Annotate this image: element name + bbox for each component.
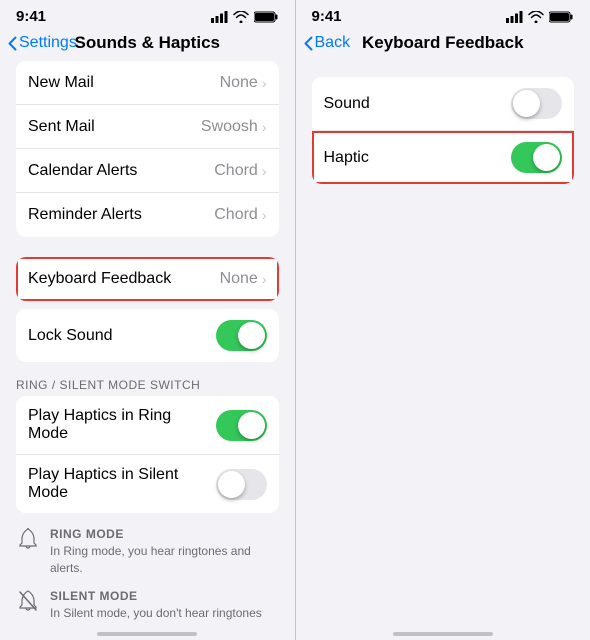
haptic-label: Haptic xyxy=(324,149,369,167)
haptic-toggle-knob xyxy=(533,144,560,171)
new-mail-right: None › xyxy=(220,74,267,92)
new-mail-label: New Mail xyxy=(28,74,94,92)
play-haptics-silent-knob xyxy=(218,471,245,498)
bell-slash-icon xyxy=(18,590,38,612)
back-label-right: Back xyxy=(315,34,351,52)
silent-mode-text: Silent Mode In Silent mode, you don't he… xyxy=(50,589,279,620)
status-time-left: 9:41 xyxy=(16,8,46,25)
bottom-bar-left xyxy=(0,620,295,640)
haptic-toggle[interactable] xyxy=(511,142,562,173)
top-spacer xyxy=(296,61,590,77)
status-icons-right xyxy=(506,11,574,23)
sound-label: Sound xyxy=(324,95,370,113)
reminder-alerts-right: Chord › xyxy=(214,206,266,224)
status-time-right: 9:41 xyxy=(312,8,342,25)
back-chevron-left xyxy=(8,36,17,51)
status-bar-right: 9:41 xyxy=(296,0,590,29)
battery-icon-right xyxy=(549,11,574,23)
back-label-left: Settings xyxy=(19,34,77,52)
play-haptics-ring-label: Play Haptics in Ring Mode xyxy=(28,407,216,443)
nav-title-left: Sounds & Haptics xyxy=(75,33,220,53)
keyboard-feedback-right: None › xyxy=(220,270,267,288)
keyboard-feedback-row[interactable]: Keyboard Feedback None › xyxy=(16,257,279,301)
play-haptics-silent-toggle[interactable] xyxy=(216,469,267,500)
left-screen: 9:41 xyxy=(0,0,295,640)
nav-bar-right: Back Keyboard Feedback xyxy=(296,29,590,61)
lock-sound-group: Lock Sound xyxy=(16,309,279,362)
reminder-alerts-value: Chord xyxy=(214,206,258,224)
haptic-row[interactable]: Haptic xyxy=(312,131,575,184)
right-screen: 9:41 Back xyxy=(296,0,590,640)
settings-content-right: Sound Haptic xyxy=(296,61,590,620)
signal-icon-right xyxy=(506,11,523,23)
settings-content-left: New Mail None › Sent Mail Swoosh › Calen… xyxy=(0,61,295,620)
new-mail-row[interactable]: New Mail None › xyxy=(16,61,279,105)
nav-bar-left: Settings Sounds & Haptics xyxy=(0,29,295,61)
sounds-list-group: New Mail None › Sent Mail Swoosh › Calen… xyxy=(16,61,279,237)
home-indicator-left xyxy=(97,632,197,636)
silent-mode-title: Silent Mode xyxy=(50,589,279,603)
play-haptics-ring-row[interactable]: Play Haptics in Ring Mode xyxy=(16,396,279,455)
play-haptics-silent-label: Play Haptics in Silent Mode xyxy=(28,466,216,502)
silent-mode-icon xyxy=(16,589,40,613)
calendar-alerts-right: Chord › xyxy=(214,162,266,180)
lock-sound-toggle[interactable] xyxy=(216,320,267,351)
ring-mode-title: Ring Mode xyxy=(50,527,279,541)
reminder-alerts-label: Reminder Alerts xyxy=(28,206,142,224)
silent-mode-section: Silent Mode In Silent mode, you don't he… xyxy=(0,583,295,620)
reminder-alerts-chevron: › xyxy=(262,207,267,223)
lock-sound-label: Lock Sound xyxy=(28,327,113,345)
lock-sound-toggle-knob xyxy=(238,322,265,349)
status-icons-left xyxy=(211,11,279,23)
calendar-alerts-row[interactable]: Calendar Alerts Chord › xyxy=(16,149,279,193)
back-button-left[interactable]: Settings xyxy=(8,34,77,52)
play-haptics-ring-toggle[interactable] xyxy=(216,410,267,441)
back-button-right[interactable]: Back xyxy=(304,34,351,52)
play-haptics-silent-row[interactable]: Play Haptics in Silent Mode xyxy=(16,455,279,513)
wifi-icon-right xyxy=(528,11,544,23)
keyboard-feedback-value: None xyxy=(220,270,258,288)
keyboard-feedback-options-group: Sound Haptic xyxy=(312,77,575,184)
new-mail-chevron: › xyxy=(262,75,267,91)
lock-sound-row[interactable]: Lock Sound xyxy=(16,309,279,362)
sound-row[interactable]: Sound xyxy=(312,77,575,131)
wifi-icon xyxy=(233,11,249,23)
sound-toggle[interactable] xyxy=(511,88,562,119)
sent-mail-row[interactable]: Sent Mail Swoosh › xyxy=(16,105,279,149)
sound-toggle-knob xyxy=(513,90,540,117)
reminder-alerts-row[interactable]: Reminder Alerts Chord › xyxy=(16,193,279,237)
new-mail-value: None xyxy=(220,74,258,92)
ring-mode-icon xyxy=(16,527,40,551)
calendar-alerts-value: Chord xyxy=(214,162,258,180)
sent-mail-chevron: › xyxy=(262,119,267,135)
ring-silent-group: Play Haptics in Ring Mode Play Haptics i… xyxy=(16,396,279,513)
nav-title-right: Keyboard Feedback xyxy=(362,33,524,53)
calendar-alerts-label: Calendar Alerts xyxy=(28,162,137,180)
keyboard-feedback-chevron: › xyxy=(262,271,267,287)
sent-mail-value: Swoosh xyxy=(201,118,258,136)
silent-mode-desc: In Silent mode, you don't hear ringtones… xyxy=(50,605,279,620)
bell-icon xyxy=(18,528,38,550)
home-indicator-right xyxy=(393,632,493,636)
keyboard-feedback-group: Keyboard Feedback None › xyxy=(16,257,279,301)
ring-mode-text: Ring Mode In Ring mode, you hear rington… xyxy=(50,527,279,577)
play-haptics-ring-knob xyxy=(238,412,265,439)
ring-mode-desc: In Ring mode, you hear ringtones and ale… xyxy=(50,543,279,577)
ring-mode-section: Ring Mode In Ring mode, you hear rington… xyxy=(0,521,295,583)
status-bar-left: 9:41 xyxy=(0,0,295,29)
bottom-bar-right xyxy=(296,620,590,640)
calendar-alerts-chevron: › xyxy=(262,163,267,179)
battery-icon xyxy=(254,11,279,23)
keyboard-feedback-label: Keyboard Feedback xyxy=(28,270,171,288)
sent-mail-right: Swoosh › xyxy=(201,118,267,136)
signal-icon xyxy=(211,11,228,23)
back-chevron-right xyxy=(304,36,313,51)
sent-mail-label: Sent Mail xyxy=(28,118,95,136)
ring-silent-header: Ring / Silent Mode Switch xyxy=(0,370,295,396)
